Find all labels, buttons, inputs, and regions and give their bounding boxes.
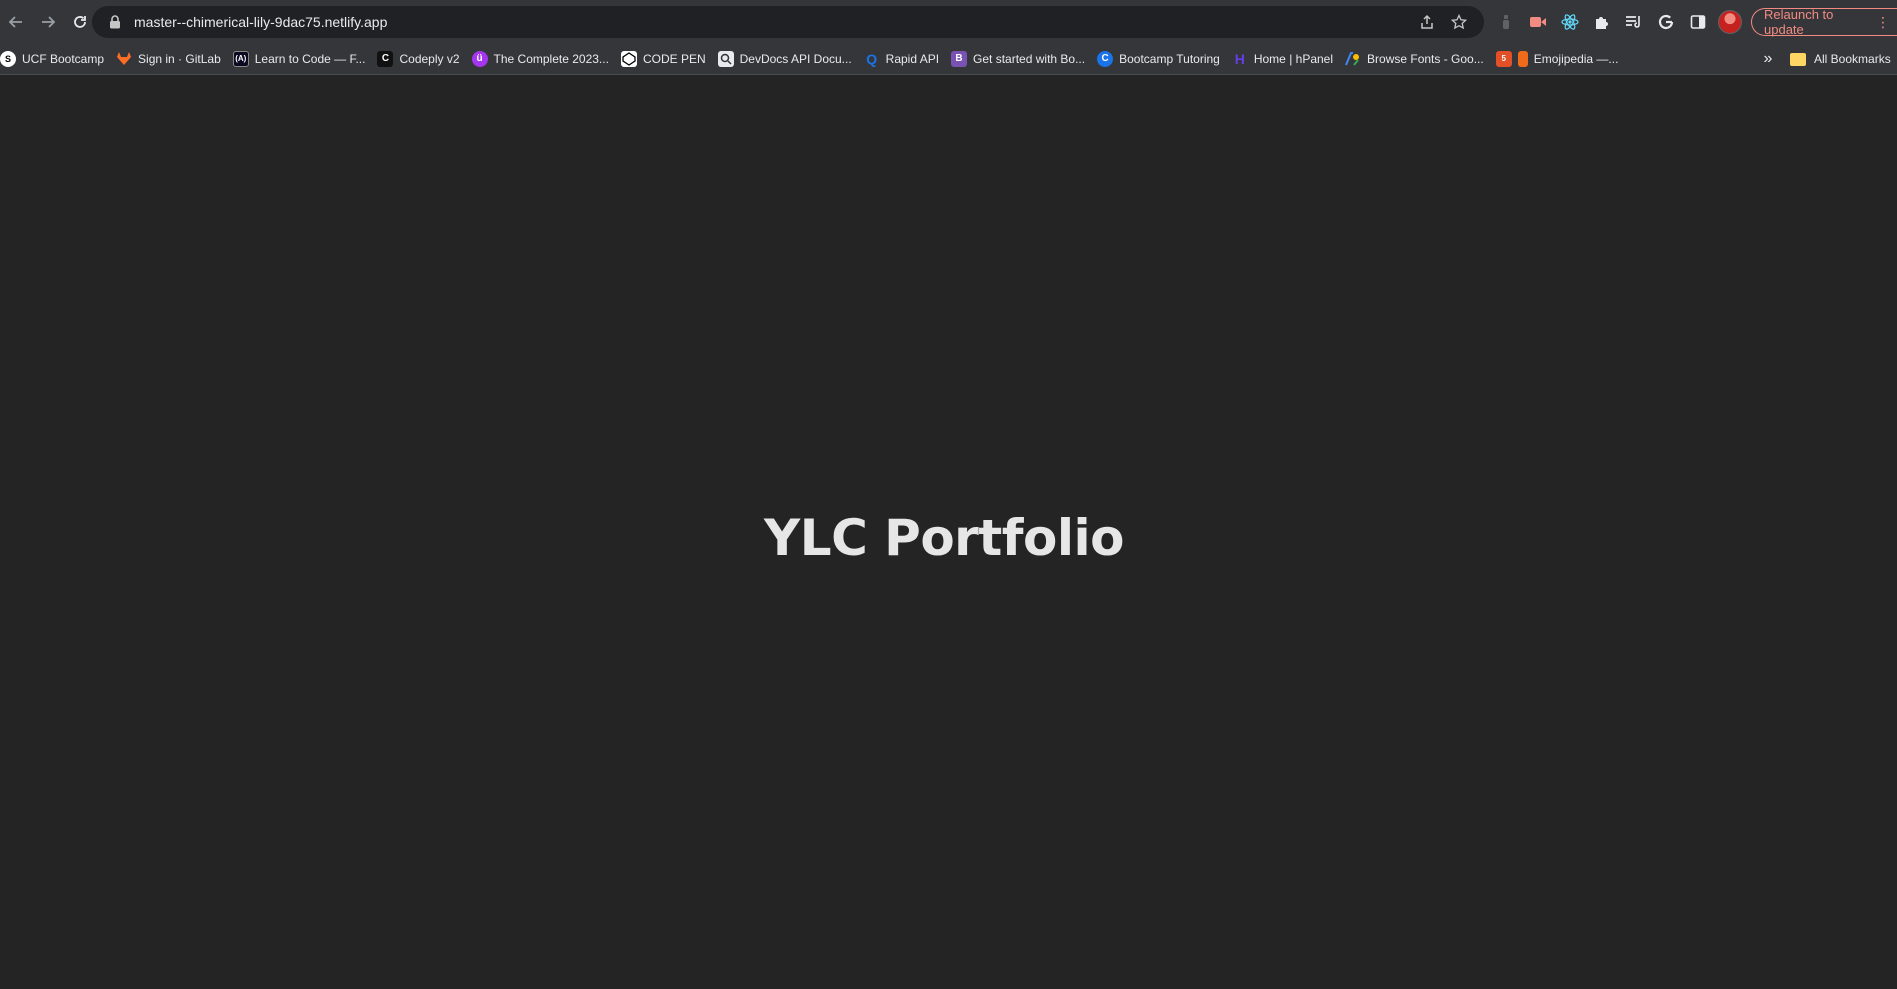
bookmark-bootstrap[interactable]: B Get started with Bo...	[951, 45, 1093, 73]
reload-icon	[74, 15, 86, 28]
bookmark-google-fonts[interactable]: Browse Fonts - Goo...	[1345, 45, 1492, 73]
extensions-area	[1492, 6, 1744, 38]
bookmark-codeply[interactable]: C Codeply v2	[377, 45, 467, 73]
extensions-puzzle-icon[interactable]	[1588, 8, 1616, 36]
bookmark-gitlab[interactable]: Sign in · GitLab	[116, 45, 229, 73]
ucf-icon: S	[0, 50, 16, 67]
html5-icon: 5	[1495, 50, 1512, 67]
folder-icon	[1790, 52, 1806, 66]
all-bookmarks-button[interactable]: All Bookmarks	[1790, 43, 1891, 75]
kebab-menu-icon[interactable]: ⋮	[1876, 14, 1890, 31]
gitlab-icon	[116, 51, 132, 67]
google-icon[interactable]	[1652, 8, 1680, 36]
arrow-left-icon	[8, 15, 22, 28]
bookmark-hpanel[interactable]: H Home | hPanel	[1232, 45, 1341, 73]
codepen-icon	[620, 50, 637, 67]
emojipedia-icon	[1517, 50, 1528, 67]
page-title: YLC Portfolio	[764, 509, 1124, 567]
bookmark-devdocs[interactable]: DevDocs API Docu...	[717, 45, 860, 73]
share-icon[interactable]	[1414, 9, 1440, 35]
extension-video-icon[interactable]	[1524, 8, 1552, 36]
devdocs-icon	[717, 50, 734, 67]
tutoring-icon: C	[1097, 50, 1114, 67]
reading-list-icon[interactable]	[1620, 8, 1648, 36]
extension-dropper-icon[interactable]	[1492, 8, 1520, 36]
back-button[interactable]	[0, 6, 32, 38]
chevron-double-right-icon[interactable]: »	[1756, 43, 1780, 75]
side-panel-icon[interactable]	[1684, 8, 1712, 36]
bookmark-star-icon[interactable]	[1446, 9, 1472, 35]
lock-icon[interactable]	[100, 15, 130, 29]
google-fonts-icon	[1345, 51, 1361, 67]
forward-button[interactable]	[32, 6, 64, 38]
freecodecamp-icon: (A)	[232, 50, 249, 67]
address-bar[interactable]: master--chimerical-lily-9dac75.netlify.a…	[92, 6, 1484, 38]
relaunch-button[interactable]: Relaunch to update ⋮	[1751, 7, 1897, 37]
bookmark-rapid-api[interactable]: Q Rapid API	[864, 45, 947, 73]
browser-toolbar: master--chimerical-lily-9dac75.netlify.a…	[0, 0, 1897, 43]
relaunch-label: Relaunch to update	[1764, 7, 1834, 37]
bookmark-bootcamp-tutoring[interactable]: C Bootcamp Tutoring	[1097, 45, 1228, 73]
arrow-right-icon	[42, 15, 56, 28]
udemy-icon: ü	[471, 50, 488, 67]
url-text[interactable]: master--chimerical-lily-9dac75.netlify.a…	[134, 14, 1414, 30]
react-devtools-icon[interactable]	[1556, 8, 1584, 36]
bookmark-freecodecamp[interactable]: (A) Learn to Code — F...	[232, 45, 374, 73]
codeply-icon: C	[377, 50, 394, 67]
rapidapi-icon: Q	[866, 50, 878, 67]
bookmark-emojipedia[interactable]: Emojipedia —...	[1517, 45, 1627, 73]
bootstrap-icon: B	[951, 50, 968, 67]
hostinger-icon: H	[1234, 50, 1245, 67]
profile-avatar[interactable]	[1716, 8, 1744, 36]
avatar	[1718, 10, 1742, 34]
bookmark-codepen[interactable]: CODE PEN	[620, 45, 714, 73]
bookmark-ucf-bootcamp[interactable]: S UCF Bootcamp	[0, 45, 112, 73]
bookmark-udemy-course[interactable]: ü The Complete 2023...	[471, 45, 617, 73]
bookmarks-bar: S UCF Bootcamp Sign in · GitLab (A) Lear…	[0, 43, 1897, 75]
bookmark-html5[interactable]: 5	[1495, 45, 1514, 73]
page-viewport: YLC Portfolio	[0, 76, 1897, 989]
